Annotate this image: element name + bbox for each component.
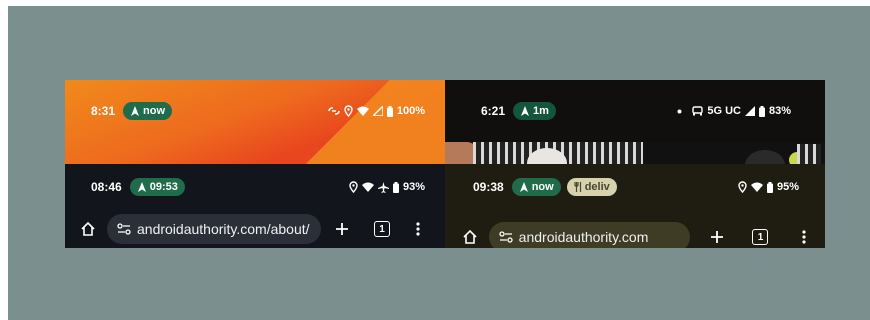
navigation-chip-label: now — [143, 105, 166, 117]
battery-percent: 83% — [768, 105, 791, 117]
battery-icon — [386, 105, 393, 117]
status-bar-dark: 6:21 1m 5G UC 83% — [445, 80, 825, 164]
navigation-chip-label: 09:53 — [149, 181, 178, 193]
notification-dot-icon — [677, 109, 682, 114]
video-thumbnail-strip — [445, 142, 825, 164]
browser-dark-blue: 08:46 09:53 93% androidauthority.com/abo… — [65, 164, 445, 248]
battery-icon — [392, 181, 399, 193]
car-icon — [692, 106, 704, 116]
navigation-arrow-icon — [130, 106, 140, 116]
more-options-icon[interactable] — [793, 226, 815, 248]
tab-switcher-button[interactable]: 1 — [371, 218, 393, 240]
browser-olive: 09:38 now deliv 95% androidauthority.com — [445, 164, 825, 248]
wallpaper-accent — [65, 80, 445, 164]
home-icon[interactable] — [459, 226, 481, 248]
delivery-chip-label: deliv — [584, 181, 610, 193]
more-options-icon[interactable] — [407, 218, 429, 240]
signal-icon — [372, 106, 383, 116]
navigation-arrow-icon — [520, 106, 530, 116]
airplane-icon — [377, 181, 389, 193]
network-type: 5G UC — [707, 105, 741, 117]
thumbnail-shape — [745, 150, 785, 164]
new-tab-icon[interactable] — [331, 218, 353, 240]
tab-count: 1 — [757, 231, 764, 243]
wifi-icon — [361, 182, 374, 192]
tab-count: 1 — [379, 223, 385, 235]
wifi-icon — [750, 182, 763, 192]
screenshot-background: 8:31 now 100% 6:21 1m 5G UC 83% 08:46 09… — [8, 6, 870, 320]
new-tab-icon[interactable] — [706, 226, 728, 248]
url-text: androidauthority.com/about/ — [137, 221, 310, 237]
navigation-chip[interactable]: 09:53 — [129, 178, 185, 196]
battery-icon — [766, 181, 773, 193]
battery-icon — [758, 105, 765, 117]
location-icon — [344, 105, 353, 117]
address-bar[interactable]: androidauthority.com — [488, 222, 690, 248]
navigation-arrow-icon — [519, 182, 529, 192]
navigation-chip[interactable]: now — [123, 102, 173, 120]
status-bar-orange: 8:31 now 100% — [65, 80, 445, 164]
navigation-chip[interactable]: 1m — [513, 102, 556, 120]
url-text: androidauthority.com — [518, 229, 649, 245]
clock: 8:31 — [91, 104, 116, 118]
site-settings-icon[interactable] — [499, 231, 513, 243]
battery-percent: 93% — [402, 181, 425, 193]
tab-switcher-button[interactable]: 1 — [750, 226, 772, 248]
fork-knife-icon — [574, 182, 582, 192]
signal-icon — [744, 106, 755, 116]
clock: 6:21 — [481, 104, 506, 118]
home-icon[interactable] — [77, 218, 99, 240]
location-icon — [738, 181, 747, 193]
link-icon — [328, 107, 340, 115]
address-bar[interactable]: androidauthority.com/about/ — [107, 214, 321, 244]
delivery-chip[interactable]: deliv — [566, 178, 617, 196]
navigation-chip[interactable]: now — [511, 178, 561, 196]
site-settings-icon[interactable] — [117, 223, 131, 235]
navigation-chip-label: now — [531, 181, 554, 193]
wifi-icon — [356, 106, 369, 116]
location-icon — [349, 181, 358, 193]
clock: 09:38 — [473, 180, 504, 194]
battery-percent: 100% — [396, 105, 425, 117]
navigation-chip-label: 1m — [533, 105, 549, 117]
thumbnail-stripes — [797, 144, 821, 164]
navigation-arrow-icon — [137, 182, 147, 192]
clock: 08:46 — [91, 180, 122, 194]
battery-percent: 95% — [776, 181, 799, 193]
